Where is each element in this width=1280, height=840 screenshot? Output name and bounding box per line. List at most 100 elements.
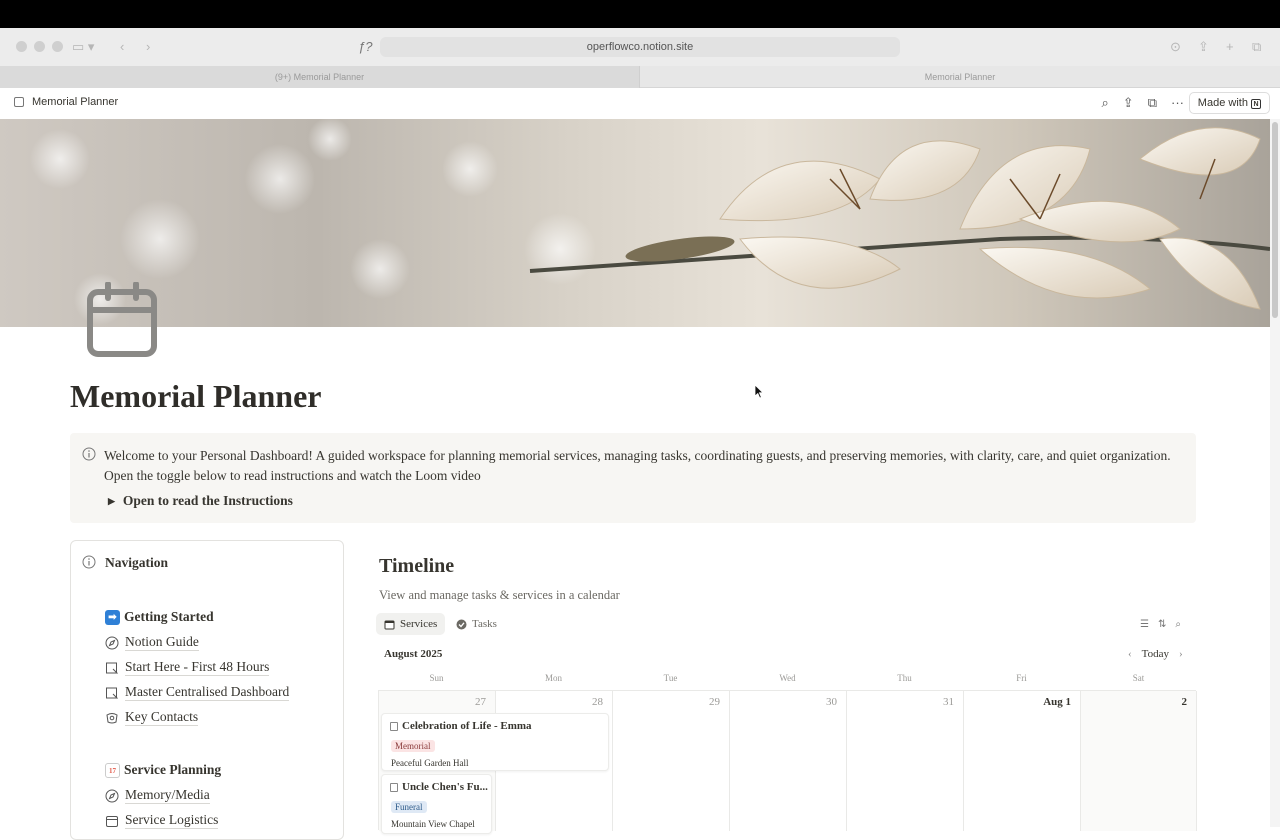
page-icon	[390, 721, 398, 731]
compass-icon	[105, 789, 119, 802]
calendar-month: August 2025	[384, 648, 443, 660]
calendar-icon[interactable]	[86, 281, 158, 358]
new-tab-icon[interactable]: +	[1226, 38, 1234, 56]
toggle-arrow-icon[interactable]: ▶	[108, 496, 115, 507]
nav-item-service-logistics[interactable]: Service Logistics	[105, 812, 219, 829]
day-number: Aug 1	[1043, 696, 1071, 708]
book-icon	[106, 662, 118, 674]
notion-logo-icon: N	[1251, 99, 1261, 109]
view-tab-label: Tasks	[472, 618, 497, 630]
weekday-label: Wed	[779, 673, 796, 683]
weekday-label: Tue	[663, 673, 678, 683]
nav-item-label: Service Logistics	[125, 812, 219, 829]
nav-item-memory-media[interactable]: Memory/Media	[105, 787, 210, 804]
sort-icon[interactable]: ⇅	[1158, 619, 1166, 630]
nav-item-label: Master Centralised Dashboard	[125, 684, 290, 701]
info-icon	[82, 447, 96, 466]
page-title: Memorial Planner	[70, 378, 322, 414]
toggle-label: Open to read the Instructions	[122, 493, 293, 508]
weekday-label: Sat	[1132, 673, 1145, 683]
weekday-label: Fri	[1016, 673, 1027, 683]
day-number: 31	[943, 696, 954, 708]
navigation-panel: Navigation ➡ Getting Started Notion Guide…	[70, 540, 344, 840]
close-dot[interactable]	[16, 41, 27, 52]
timeline-subtitle: View and manage tasks & services in a ca…	[379, 588, 620, 602]
extension-icon[interactable]: ƒ?	[358, 38, 372, 56]
calendar-day[interactable]: 31	[847, 691, 964, 831]
calendar-day[interactable]: Aug 1	[964, 691, 1081, 831]
system-menu-bar	[0, 0, 1280, 28]
search-icon[interactable]: ⌕	[1175, 619, 1181, 630]
compass-icon	[105, 636, 119, 649]
event-title-text: Uncle Chen's Fu...	[402, 781, 488, 793]
callout-text-2: Open the toggle below to read instructio…	[104, 468, 481, 483]
welcome-callout: Welcome to your Personal Dashboard! A gu…	[70, 433, 1196, 523]
event-type-tag: Memorial	[391, 740, 435, 752]
section-getting-started: ➡ Getting Started	[105, 609, 214, 625]
filter-icon[interactable]: ☰	[1140, 619, 1149, 630]
share-icon[interactable]: ⇪	[1198, 38, 1209, 56]
cover-image	[0, 119, 1270, 327]
nav-item-notion-guide[interactable]: Notion Guide	[105, 634, 199, 651]
today-button[interactable]: Today	[1142, 648, 1169, 660]
event-location: Mountain View Chapel	[391, 819, 475, 829]
scrollbar-thumb[interactable]	[1272, 122, 1278, 318]
calendar-grid: 27 28 29 30 31 Aug 1 2 Celebration of Li…	[378, 690, 1197, 834]
calendar-day[interactable]: 30	[730, 691, 847, 831]
calendar-view-icon	[384, 620, 395, 629]
browser-toolbar: ▭ ▾ ‹ › ƒ? operflowco.notion.site ⊙ ⇪ + …	[0, 28, 1280, 66]
event-card[interactable]: Uncle Chen's Fu... Funeral Mountain View…	[381, 774, 492, 834]
nav-item-label: Key Contacts	[125, 709, 199, 726]
nav-item-label: Memory/Media	[125, 787, 210, 804]
nav-item-start-here[interactable]: Start Here - First 48 Hours	[105, 659, 270, 676]
breadcrumb-title[interactable]: Memorial Planner	[32, 96, 118, 108]
calendar-day[interactable]: 29	[613, 691, 730, 831]
more-icon[interactable]: ···	[1171, 95, 1184, 111]
event-location: Peaceful Garden Hall	[391, 758, 469, 768]
notion-topbar: Memorial Planner ⌕ ⇪ ⧉ ··· Made with N	[0, 88, 1280, 119]
navigation-title: Navigation	[105, 555, 169, 570]
download-icon[interactable]: ⊙	[1170, 38, 1181, 56]
tab-label: Memorial Planner	[924, 72, 996, 82]
check-circle-icon	[456, 619, 467, 629]
forward-icon[interactable]: ›	[146, 38, 150, 56]
day-number: 29	[709, 696, 720, 708]
nav-item-master-dashboard[interactable]: Master Centralised Dashboard	[105, 684, 290, 701]
weekday-label: Sun	[429, 673, 444, 683]
view-tab-label: Services	[400, 618, 438, 630]
instructions-toggle[interactable]: ▶ Open to read the Instructions	[108, 493, 293, 509]
view-tab-services[interactable]: Services	[376, 613, 446, 635]
calendar-small-icon	[106, 815, 118, 827]
book-icon	[106, 687, 118, 699]
tab-2[interactable]: Memorial Planner	[640, 66, 1280, 88]
calendar-emoji-icon: 17	[105, 762, 120, 778]
minimize-dot[interactable]	[34, 41, 45, 52]
weekday-label: Mon	[544, 673, 562, 683]
view-tab-tasks[interactable]: Tasks	[448, 613, 505, 635]
callout-text: Welcome to your Personal Dashboard! A gu…	[104, 448, 1171, 463]
weekday-label: Thu	[897, 673, 912, 683]
zoom-dot[interactable]	[52, 41, 63, 52]
share-icon[interactable]: ⇪	[1123, 95, 1134, 111]
nav-item-key-contacts[interactable]: Key Contacts	[105, 709, 199, 726]
window-controls[interactable]	[16, 41, 63, 52]
sidebar-icon[interactable]: ▭ ▾	[72, 38, 94, 56]
event-card[interactable]: Celebration of Life - Emma Memorial Peac…	[381, 713, 609, 771]
day-number: 2	[1181, 696, 1188, 708]
previous-month-icon[interactable]: ‹	[1128, 648, 1132, 660]
tab-overview-icon[interactable]: ⧉	[1252, 38, 1261, 56]
event-type-tag: Funeral	[391, 801, 427, 813]
search-icon[interactable]: ⌕	[1102, 95, 1109, 111]
tab-1[interactable]: (9+) Memorial Planner	[0, 66, 640, 88]
contacts-icon	[106, 712, 118, 723]
event-title: Celebration of Life - Emma	[390, 720, 532, 732]
day-number: 30	[826, 696, 837, 708]
made-with-notion-button[interactable]: Made with N	[1188, 92, 1270, 114]
tab-label: (9+) Memorial Planner	[274, 72, 365, 82]
back-icon[interactable]: ‹	[120, 38, 124, 56]
section-title: Getting Started	[124, 609, 214, 624]
address-bar[interactable]: operflowco.notion.site	[380, 37, 900, 57]
calendar-day[interactable]: 2	[1081, 691, 1197, 831]
next-month-icon[interactable]: ›	[1179, 648, 1183, 660]
duplicate-icon[interactable]: ⧉	[1148, 95, 1157, 111]
